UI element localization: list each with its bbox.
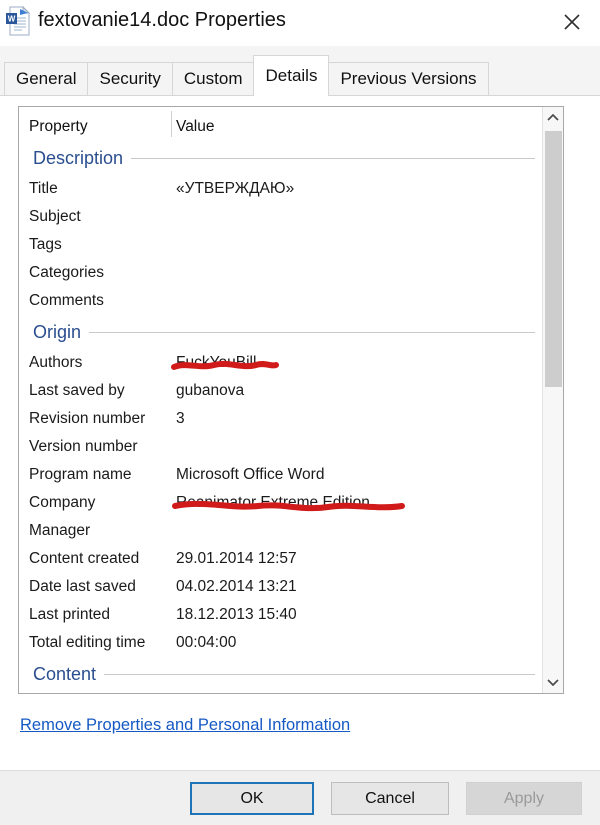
- list-scrollbar[interactable]: [542, 107, 563, 693]
- property-name: Version number: [29, 433, 138, 461]
- property-row[interactable]: Revision number 3: [19, 405, 543, 433]
- property-value: FuckYouBill: [176, 349, 256, 377]
- section-description: Description: [19, 141, 543, 175]
- property-value: 3: [176, 405, 185, 433]
- property-row[interactable]: Subject: [19, 203, 543, 231]
- cancel-button[interactable]: Cancel: [331, 782, 449, 815]
- property-row[interactable]: Manager: [19, 517, 543, 545]
- column-header-property: Property: [29, 113, 88, 141]
- apply-button: Apply: [466, 782, 582, 815]
- property-row[interactable]: Last printed 18.12.2013 15:40: [19, 601, 543, 629]
- dialog-footer: OK Cancel Apply: [0, 770, 600, 825]
- property-value: 00:04:00: [176, 629, 236, 657]
- property-value: 18.12.2013 15:40: [176, 601, 297, 629]
- property-value: Reanimator Extreme Edition: [176, 489, 370, 517]
- property-list: Property Value DescriptionTitle «УТВЕРЖДА…: [18, 106, 564, 694]
- column-header-value: Value: [176, 113, 215, 141]
- property-row[interactable]: Program name Microsoft Office Word: [19, 461, 543, 489]
- property-name: Total editing time: [29, 629, 145, 657]
- section-rule: [33, 332, 535, 333]
- tab-strip: GeneralSecurityCustomDetailsPrevious Ver…: [0, 46, 600, 96]
- property-name: Content status: [29, 691, 129, 694]
- property-row[interactable]: Content status: [19, 691, 543, 694]
- property-name: Tags: [29, 231, 62, 259]
- property-name: Comments: [29, 287, 104, 315]
- word-document-icon: W: [6, 6, 32, 36]
- property-row[interactable]: Comments: [19, 287, 543, 315]
- ok-button[interactable]: OK: [190, 782, 314, 815]
- section-origin: Origin: [19, 315, 543, 349]
- section-label: Description: [33, 141, 131, 175]
- section-content: Content: [19, 657, 543, 691]
- property-value: 29.01.2014 12:57: [176, 545, 297, 573]
- property-row[interactable]: Company Reanimator Extreme Edition: [19, 489, 543, 517]
- svg-text:W: W: [8, 15, 16, 24]
- property-name: Last printed: [29, 601, 110, 629]
- chevron-up-icon[interactable]: [543, 107, 563, 129]
- property-row[interactable]: Tags: [19, 231, 543, 259]
- property-row[interactable]: Content created 29.01.2014 12:57: [19, 545, 543, 573]
- property-value: gubanova: [176, 377, 244, 405]
- property-name: Program name: [29, 461, 132, 489]
- property-name: Company: [29, 489, 95, 517]
- property-row[interactable]: Title «УТВЕРЖДАЮ»: [19, 175, 543, 203]
- scrollbar-thumb[interactable]: [545, 131, 562, 387]
- property-row[interactable]: Last saved by gubanova: [19, 377, 543, 405]
- section-label: Origin: [33, 315, 89, 349]
- property-name: Content created: [29, 545, 139, 573]
- tab-details[interactable]: Details: [253, 55, 329, 95]
- property-name: Title: [29, 175, 58, 203]
- property-name: Authors: [29, 349, 82, 377]
- property-row[interactable]: Date last saved 04.02.2014 13:21: [19, 573, 543, 601]
- title-bar: W fextovanie14.doc Properties: [0, 0, 600, 46]
- list-header: Property Value: [19, 113, 543, 141]
- chevron-down-icon[interactable]: [543, 671, 563, 693]
- close-icon[interactable]: [550, 2, 594, 42]
- property-value: «УТВЕРЖДАЮ»: [176, 175, 294, 203]
- property-value: Microsoft Office Word: [176, 461, 324, 489]
- property-list-content: Property Value DescriptionTitle «УТВЕРЖДА…: [19, 107, 543, 693]
- remove-properties-link[interactable]: Remove Properties and Personal Informati…: [20, 716, 350, 735]
- property-value: 04.02.2014 13:21: [176, 573, 297, 601]
- property-name: Date last saved: [29, 573, 136, 601]
- property-name: Subject: [29, 203, 81, 231]
- property-name: Manager: [29, 517, 90, 545]
- section-label: Content: [33, 657, 104, 691]
- tab-list: GeneralSecurityCustomDetailsPrevious Ver…: [4, 51, 488, 95]
- tab-previous-versions[interactable]: Previous Versions: [328, 62, 488, 95]
- property-row[interactable]: Categories: [19, 259, 543, 287]
- window-title: fextovanie14.doc Properties: [38, 9, 286, 32]
- property-row[interactable]: Version number: [19, 433, 543, 461]
- tab-custom[interactable]: Custom: [172, 62, 255, 95]
- section-rule: [33, 674, 535, 675]
- property-name: Categories: [29, 259, 104, 287]
- property-row[interactable]: Total editing time 00:04:00: [19, 629, 543, 657]
- tab-security[interactable]: Security: [87, 62, 172, 95]
- tab-general[interactable]: General: [4, 62, 88, 95]
- property-name: Last saved by: [29, 377, 125, 405]
- property-name: Revision number: [29, 405, 145, 433]
- property-row[interactable]: Authors FuckYouBill: [19, 349, 543, 377]
